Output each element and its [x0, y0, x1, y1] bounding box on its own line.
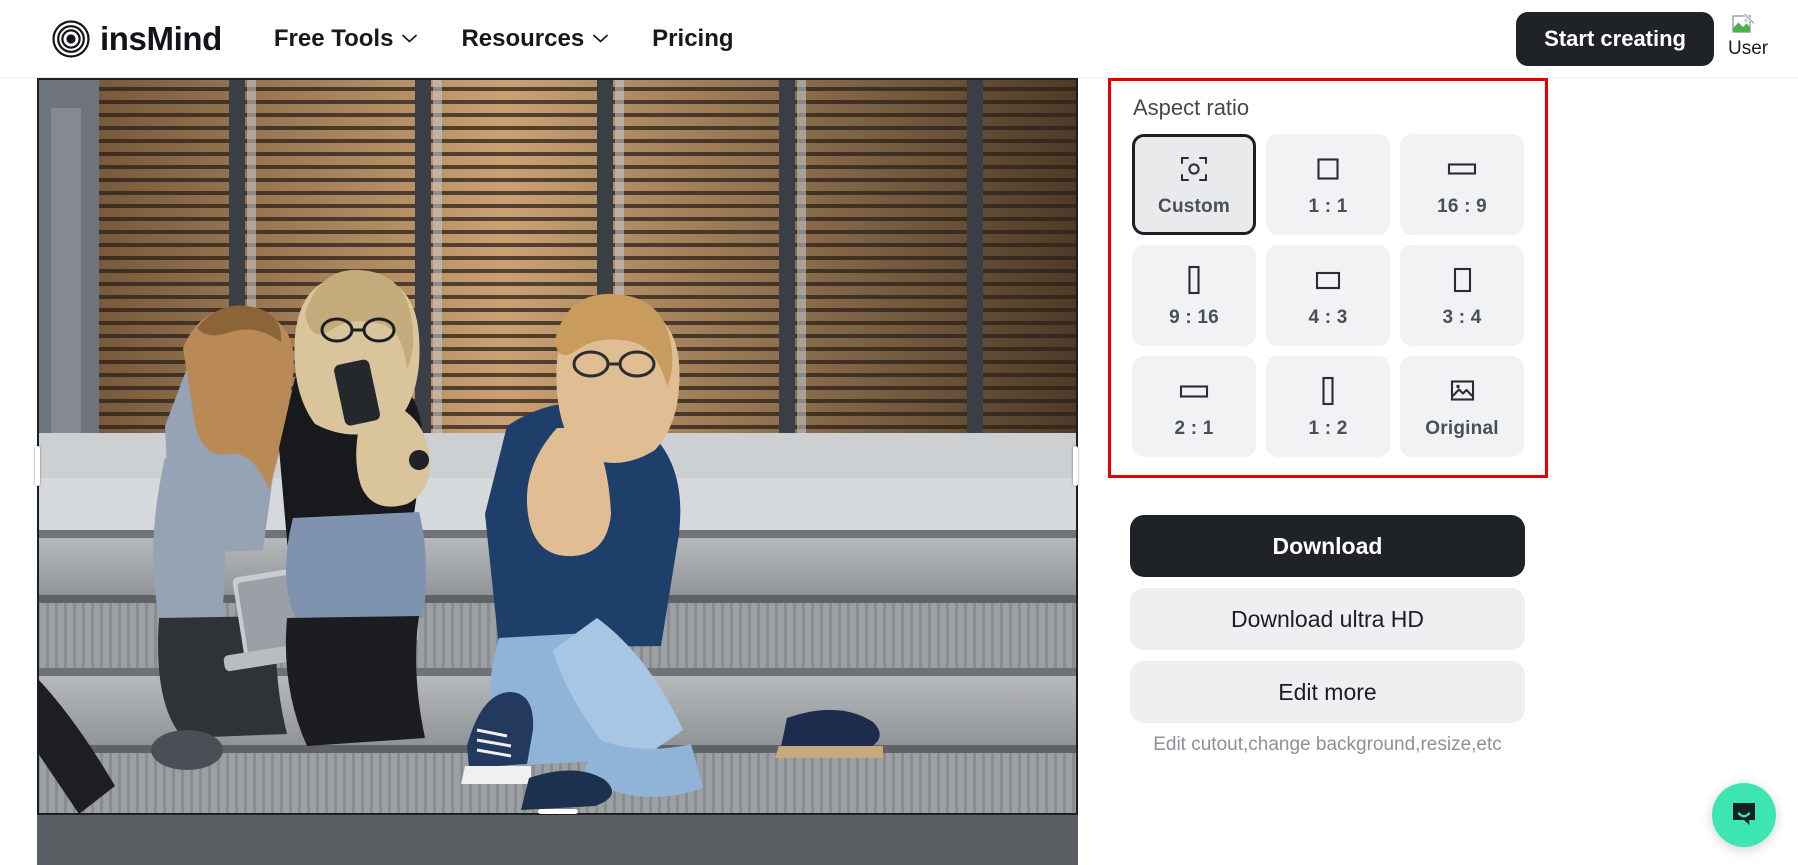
aspect-ratio-title: Aspect ratio: [1133, 95, 1250, 120]
concentric-circles-logo-icon: [52, 19, 90, 58]
chevron-down-icon: [593, 34, 609, 43]
aspect-ratio-label-16-9: 16 : 9: [1437, 195, 1487, 217]
rect-icon: [1314, 265, 1342, 295]
wide-rect-icon: [1447, 154, 1477, 184]
aspect-ratio-option-9-16[interactable]: 9 : 16: [1132, 245, 1256, 346]
brand-logo[interactable]: insMind: [52, 19, 222, 58]
aspect-ratio-grid: Custom 1 : 1 16 : 9 9 : 16 4: 3 3: 4 2…: [1132, 134, 1545, 457]
aspect-ratio-option-16-9[interactable]: 16 : 9: [1400, 134, 1524, 235]
nav-item-pricing[interactable]: Pricing: [652, 24, 734, 52]
nav-label-pricing: Pricing: [652, 24, 734, 52]
square-icon: [1315, 154, 1341, 184]
aspect-ratio-option-custom[interactable]: Custom: [1132, 134, 1256, 235]
chevron-down-icon: [402, 34, 418, 43]
nav-label-free-tools: Free Tools: [273, 24, 394, 52]
crop-handle-bottom[interactable]: [538, 809, 578, 814]
aspect-ratio-label-3-4: 3 : 4: [1442, 306, 1482, 328]
focus-frame-icon: [1180, 154, 1208, 184]
avatar[interactable]: User: [1728, 12, 1778, 66]
action-buttons: Download Download ultra HD Edit more Edi…: [1130, 515, 1525, 757]
aspect-ratio-label-original: Original: [1425, 417, 1499, 439]
chat-bubble-smile-icon: [1728, 797, 1760, 834]
aspect-ratio-label-2-1: 2 : 1: [1174, 417, 1214, 439]
nav-item-resources[interactable]: Resources: [461, 24, 609, 52]
tall-rect-icon: [1318, 376, 1338, 406]
tall-rect-icon: [1184, 265, 1204, 295]
wide-rect-icon: [1179, 376, 1209, 406]
brand-name: insMind: [100, 20, 222, 57]
crop-handle-left[interactable]: [35, 446, 40, 486]
edit-more-hint: Edit cutout,change background,resize,etc: [1153, 734, 1502, 755]
editor-canvas: [0, 78, 1108, 865]
header-actions: Start creating User: [1516, 11, 1778, 66]
aspect-ratio-option-3-4[interactable]: 3 : 4: [1400, 245, 1524, 346]
aspect-ratio-label-custom: Custom: [1158, 195, 1230, 217]
chat-widget-button[interactable]: [1712, 783, 1776, 847]
nav-label-resources: Resources: [461, 24, 585, 52]
aspect-ratio-label-9-16: 9 : 16: [1169, 306, 1219, 328]
image-icon: [1449, 376, 1476, 406]
canvas-bottom-bar: [37, 815, 1078, 865]
crop-handle-right[interactable]: [1073, 446, 1078, 486]
start-creating-button[interactable]: Start creating: [1516, 11, 1714, 66]
aspect-ratio-option-1-1[interactable]: 1 : 1: [1266, 134, 1390, 235]
aspect-ratio-option-2-1[interactable]: 2 : 1: [1132, 356, 1256, 457]
download-button[interactable]: Download: [1130, 515, 1525, 577]
aspect-ratio-option-1-2[interactable]: 1 : 2: [1266, 356, 1390, 457]
edited-photo[interactable]: [37, 78, 1078, 815]
nav-item-free-tools[interactable]: Free Tools: [273, 24, 418, 52]
download-ultra-hd-button[interactable]: Download ultra HD: [1130, 588, 1525, 650]
aspect-ratio-label-4-3: 4 : 3: [1308, 306, 1348, 328]
aspect-ratio-section: Aspect ratio Custom 1: 1 16: 9 9: 16 …: [1108, 78, 1548, 478]
edit-more-button[interactable]: Edit more: [1130, 661, 1525, 723]
aspect-ratio-label-1-2: 1 : 2: [1308, 417, 1348, 439]
main-nav: Free Tools Resources Pricing: [273, 24, 734, 52]
broken-image-icon: [1728, 12, 1756, 38]
portrait-rect-icon: [1450, 265, 1474, 295]
avatar-alt-text: User: [1728, 37, 1769, 59]
aspect-ratio-label-1-1: 1 : 1: [1308, 195, 1348, 217]
aspect-ratio-option-original[interactable]: Original: [1400, 356, 1524, 457]
aspect-ratio-option-4-3[interactable]: 4 : 3: [1266, 245, 1390, 346]
right-side-panel: Aspect ratio Custom 1: 1 16: 9 9: 16 …: [1108, 78, 1798, 865]
top-navigation-bar: insMind Free Tools Resources Pricing Sta…: [0, 0, 1798, 78]
